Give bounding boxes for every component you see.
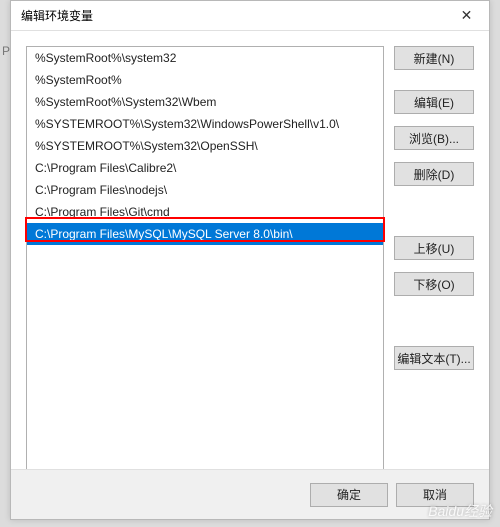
edit-env-var-dialog: 编辑环境变量 ✕ %SystemRoot%\system32 %SystemRo… (10, 0, 490, 520)
edit-text-button[interactable]: 编辑文本(T)... (394, 346, 474, 370)
list-item[interactable]: C:\Program Files\Git\cmd (27, 201, 383, 223)
list-item-selected[interactable]: C:\Program Files\MySQL\MySQL Server 8.0\… (27, 223, 383, 245)
edit-button[interactable]: 编辑(E) (394, 90, 474, 114)
close-icon: ✕ (461, 7, 473, 24)
titlebar: 编辑环境变量 ✕ (11, 1, 489, 31)
list-item[interactable]: %SystemRoot% (27, 69, 383, 91)
list-item[interactable]: C:\Program Files\nodejs\ (27, 179, 383, 201)
dialog-content: %SystemRoot%\system32 %SystemRoot% %Syst… (11, 31, 489, 469)
move-up-button[interactable]: 上移(U) (394, 236, 474, 260)
browse-button[interactable]: 浏览(B)... (394, 126, 474, 150)
move-down-button[interactable]: 下移(O) (394, 272, 474, 296)
close-button[interactable]: ✕ (444, 1, 489, 31)
list-item[interactable]: %SystemRoot%\System32\Wbem (27, 91, 383, 113)
list-item[interactable]: %SystemRoot%\system32 (27, 47, 383, 69)
path-listbox[interactable]: %SystemRoot%\system32 %SystemRoot% %Syst… (26, 46, 384, 471)
list-item[interactable]: C:\Program Files\Calibre2\ (27, 157, 383, 179)
delete-button[interactable]: 删除(D) (394, 162, 474, 186)
ok-button[interactable]: 确定 (310, 483, 388, 507)
new-button[interactable]: 新建(N) (394, 46, 474, 70)
dialog-bottom-bar: 确定 取消 (11, 469, 489, 519)
list-item[interactable]: %SYSTEMROOT%\System32\WindowsPowerShell\… (27, 113, 383, 135)
dialog-title: 编辑环境变量 (21, 7, 93, 24)
list-item[interactable]: %SYSTEMROOT%\System32\OpenSSH\ (27, 135, 383, 157)
side-button-column: 新建(N) 编辑(E) 浏览(B)... 删除(D) 上移(U) 下移(O) 编… (394, 46, 474, 370)
cancel-button[interactable]: 取消 (396, 483, 474, 507)
